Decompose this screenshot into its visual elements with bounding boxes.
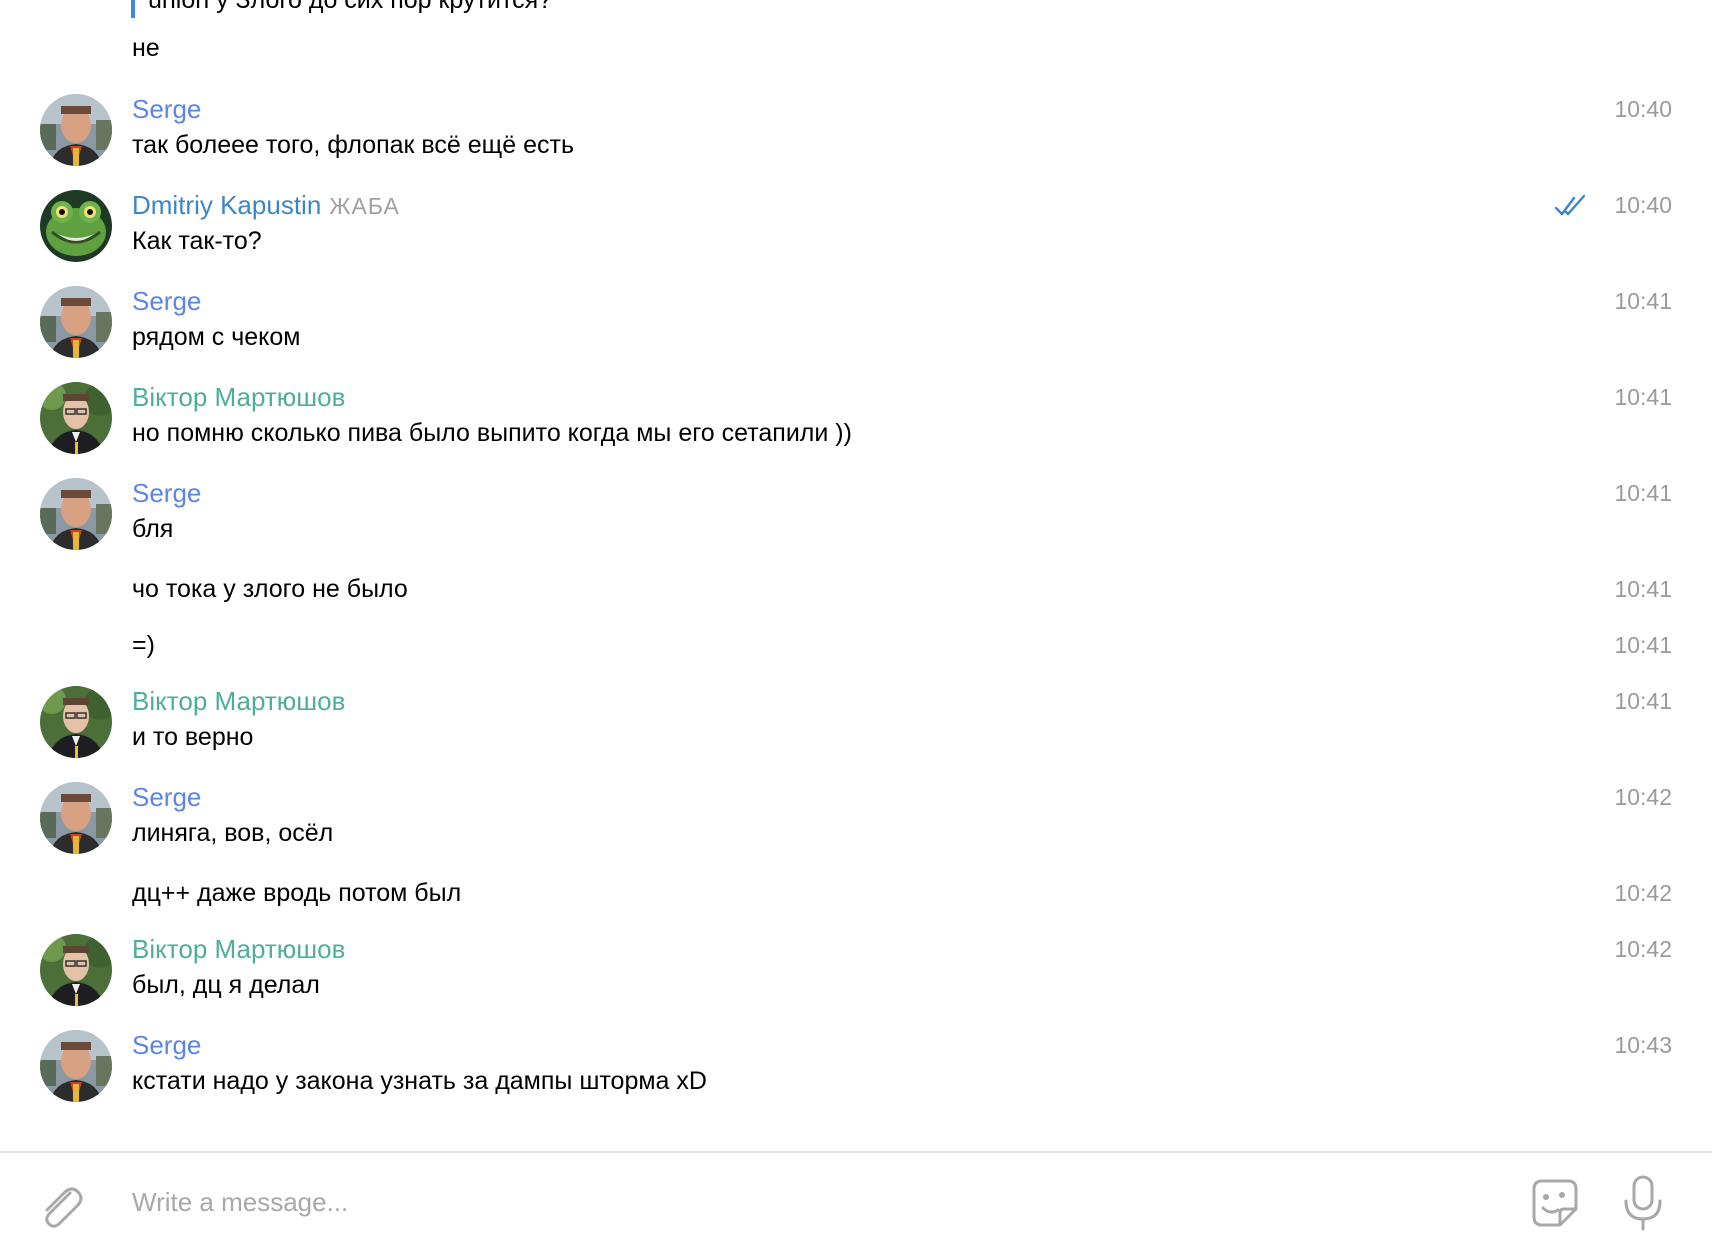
chat-window: union у Злого до сих пор крутится? не Se…	[0, 0, 1712, 1252]
sender-name[interactable]: Serge	[132, 286, 201, 316]
message-text: кстати надо у закона узнать за дампы што…	[132, 1067, 707, 1095]
message-row[interactable]: дц++ даже вродь потом был 10:42	[0, 878, 1712, 928]
message-text: чо тока у злого не было	[132, 575, 408, 603]
message-row[interactable]: Віктор Мартюшов был, дц я делал 10:42	[0, 934, 1712, 1024]
message-row[interactable]: Віктор Мартюшов но помню сколько пива бы…	[0, 382, 1712, 472]
message-row[interactable]: Serge кстати надо у закона узнать за дам…	[0, 1030, 1712, 1120]
message-row[interactable]: Serge так болеее того, флопак всё ещё ес…	[0, 94, 1712, 184]
message-time: 10:41	[1614, 480, 1672, 506]
message-input[interactable]	[132, 1175, 1432, 1229]
message-time: 10:42	[1614, 784, 1672, 810]
message-text: линяга, вов, осёл	[132, 819, 334, 847]
avatar-serge[interactable]	[40, 94, 112, 166]
sender-title: ЖАБА	[329, 193, 400, 219]
avatar-viktor-martyushov[interactable]	[40, 382, 112, 454]
message-row[interactable]: чо тока у злого не было 10:41	[0, 574, 1712, 624]
message-row[interactable]: Serge рядом с чеком 10:41	[0, 286, 1712, 376]
message-row[interactable]: Serge бля 10:41	[0, 478, 1712, 568]
message-text: рядом с чеком	[132, 323, 301, 351]
avatar-viktor-martyushov[interactable]	[40, 934, 112, 1006]
sender-name[interactable]: Віктор Мартюшов	[132, 382, 345, 412]
sender-name[interactable]: Serge	[132, 782, 201, 812]
message-list[interactable]: union у Злого до сих пор крутится? не Se…	[0, 0, 1712, 1151]
message-time: 10:41	[1614, 576, 1672, 602]
message-text: не	[132, 34, 160, 62]
sender-name[interactable]: Serge	[132, 94, 201, 124]
message-time: 10:41	[1614, 288, 1672, 314]
reply-quote-bar	[131, 0, 135, 18]
avatar-serge[interactable]	[40, 1030, 112, 1102]
message-time: 10:42	[1614, 936, 1672, 962]
message-time: 10:41	[1614, 632, 1672, 658]
message-composer	[0, 1151, 1712, 1252]
avatar-serge[interactable]	[40, 286, 112, 358]
message-time: 10:42	[1614, 880, 1672, 906]
sender-name[interactable]: Віктор Мартюшов	[132, 686, 345, 716]
message-time: 10:40	[1614, 192, 1672, 218]
sticker-icon[interactable]	[1526, 1175, 1582, 1231]
message-row[interactable]: =) 10:41	[0, 630, 1712, 680]
message-text: Как так-то?	[132, 227, 262, 255]
message-row[interactable]: Віктор Мартюшов и то верно 10:41	[0, 686, 1712, 776]
message-text: так болеее того, флопак всё ещё есть	[132, 131, 574, 159]
message-time: 10:41	[1614, 384, 1672, 410]
message-time: 10:43	[1614, 1032, 1672, 1058]
reply-quote-text[interactable]: union у Злого до сих пор крутится?	[148, 0, 552, 15]
avatar-dmitriy-kapustin[interactable]	[40, 190, 112, 262]
message-time: 10:41	[1614, 688, 1672, 714]
avatar-viktor-martyushov[interactable]	[40, 686, 112, 758]
message-text: и то верно	[132, 723, 254, 751]
message-time: 10:40	[1614, 96, 1672, 122]
message-row[interactable]: Serge линяга, вов, осёл 10:42	[0, 782, 1712, 872]
avatar-serge[interactable]	[40, 478, 112, 550]
read-checkmarks-icon	[1554, 194, 1586, 216]
sender-name[interactable]: Віктор Мартюшов	[132, 934, 345, 964]
paperclip-icon[interactable]	[36, 1179, 84, 1231]
message-text: дц++ даже вродь потом был	[132, 879, 462, 907]
sender-name[interactable]: Dmitriy Kapustin ЖАБА	[132, 190, 400, 221]
message-text: был, дц я делал	[132, 971, 320, 999]
avatar-serge[interactable]	[40, 782, 112, 854]
message-text: бля	[132, 515, 174, 543]
message-text: =)	[132, 631, 155, 659]
sender-name[interactable]: Serge	[132, 478, 201, 508]
message-row[interactable]: Dmitriy Kapustin ЖАБА Как так-то? 10:40	[0, 190, 1712, 280]
microphone-icon[interactable]	[1620, 1173, 1666, 1233]
message-text: но помню сколько пива было выпито когда …	[132, 419, 852, 447]
sender-name[interactable]: Serge	[132, 1030, 201, 1060]
